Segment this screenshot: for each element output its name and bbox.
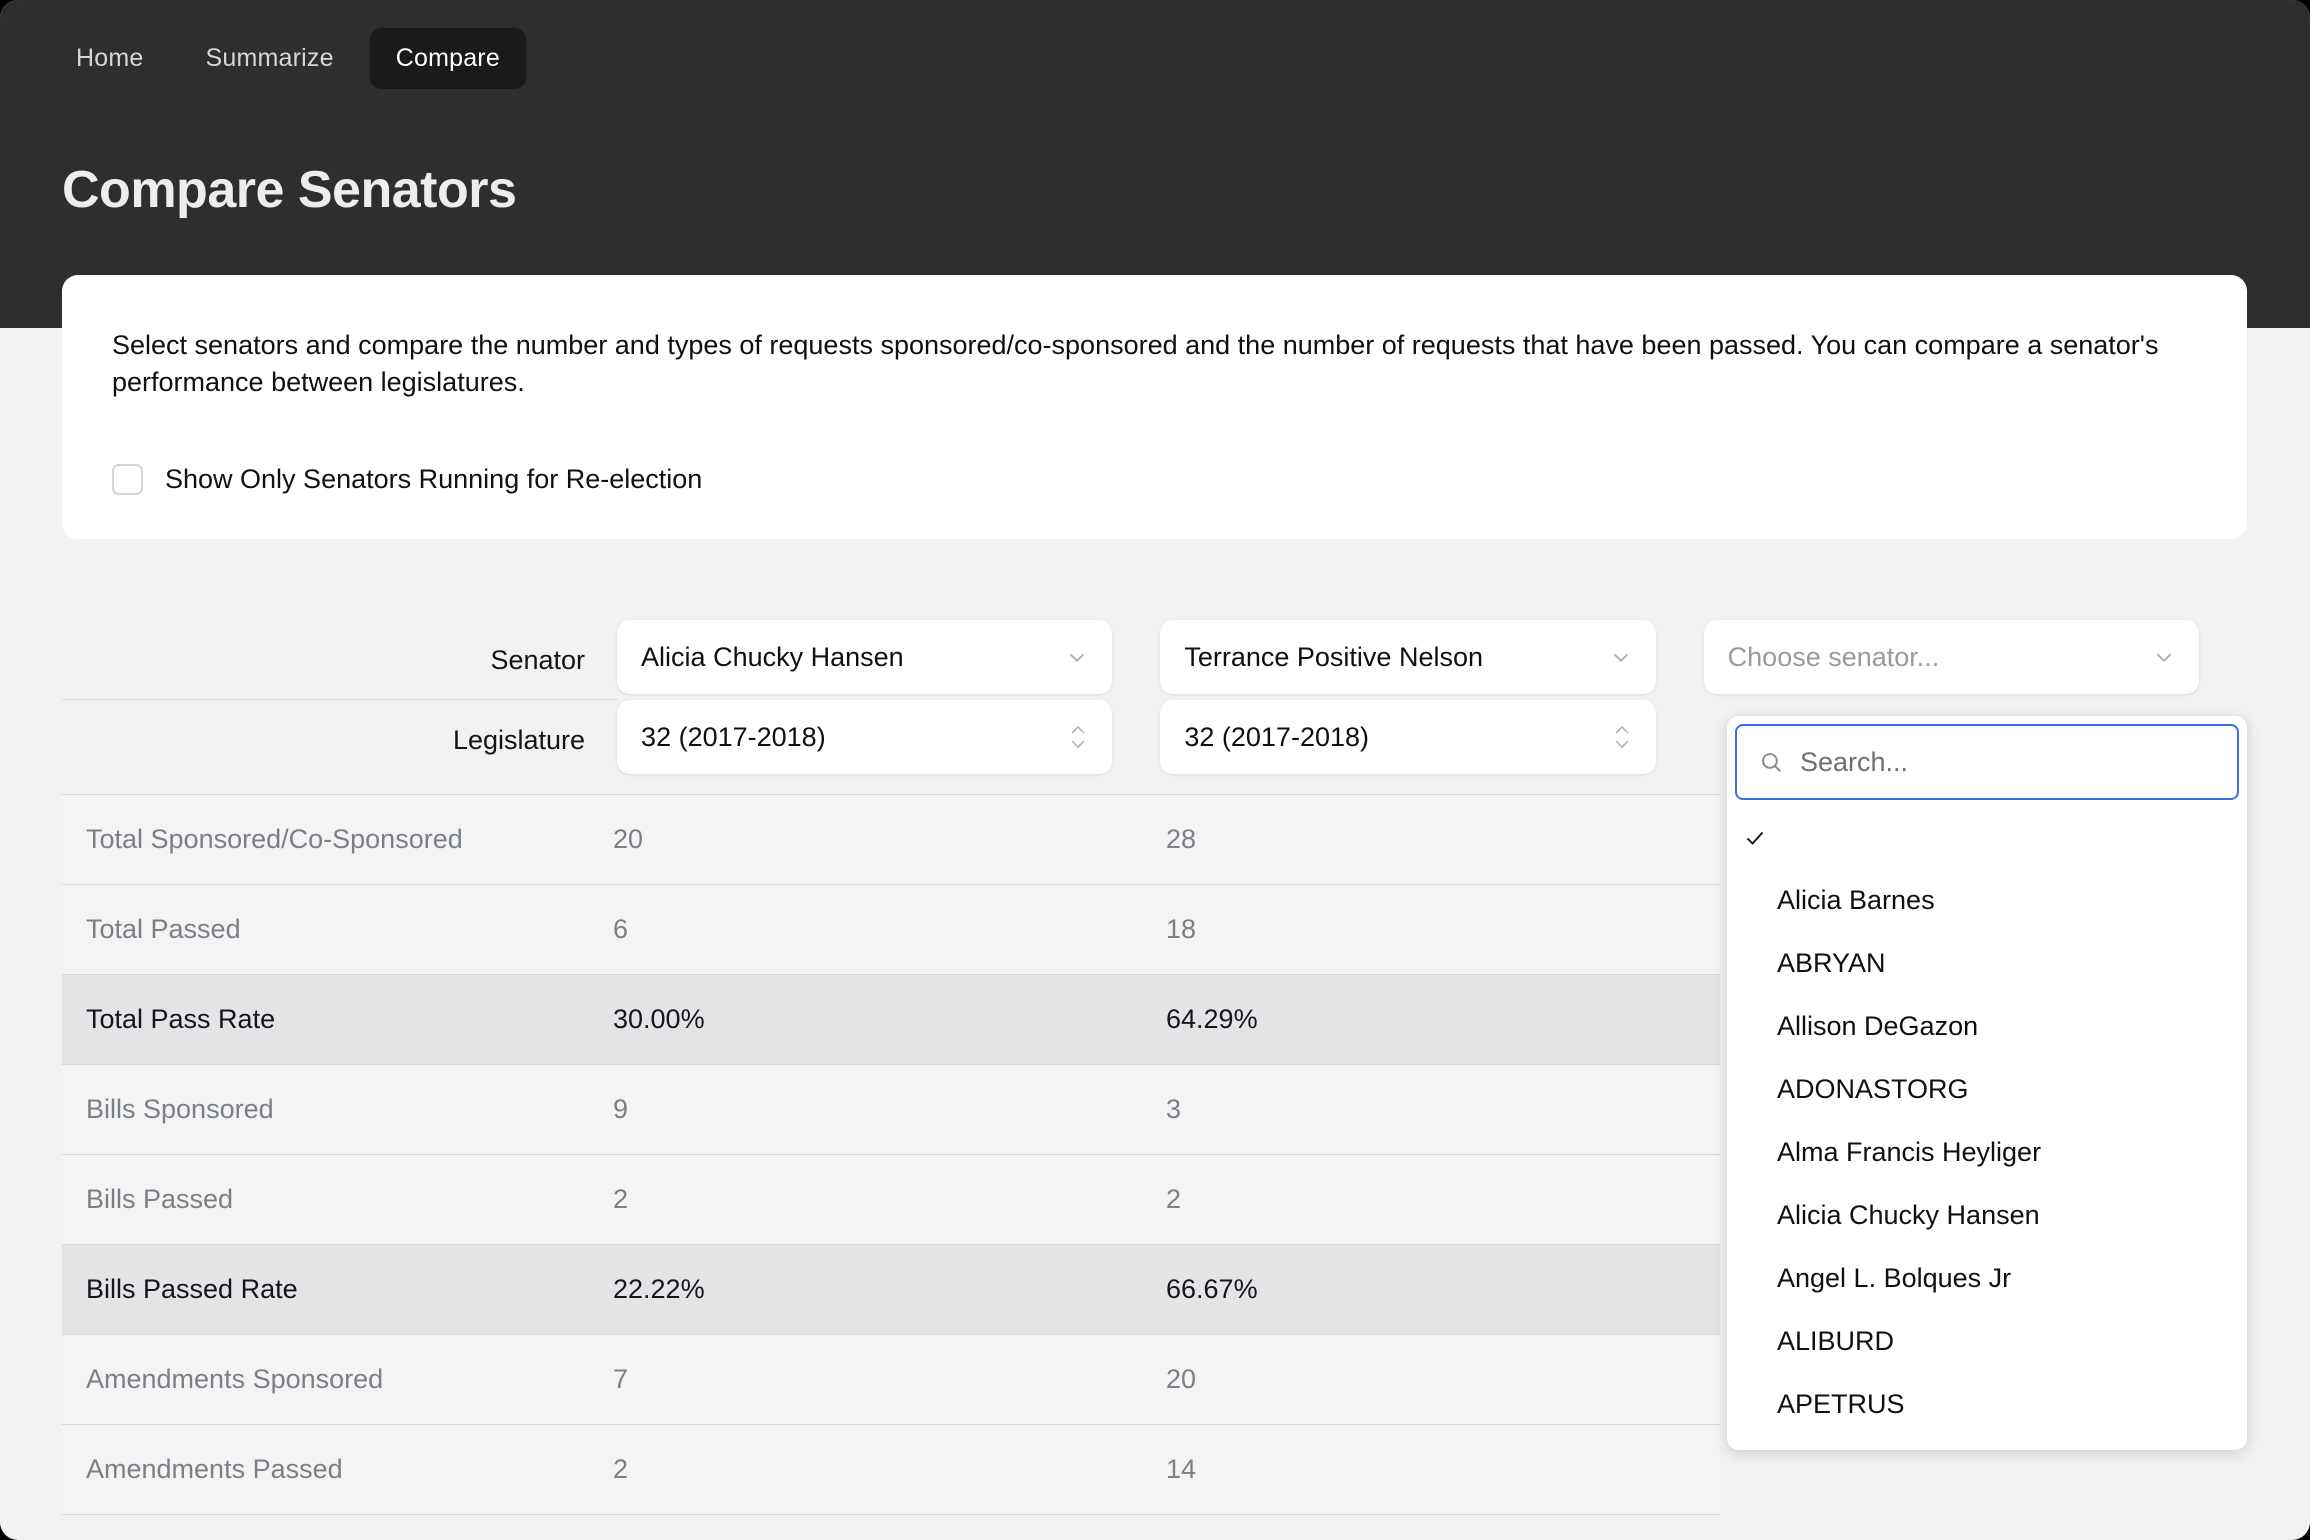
main-navigation: Home Summarize Compare: [0, 22, 526, 94]
legislature-stepper-2-value: 32 (2017-2018): [1184, 721, 1369, 752]
senator-select-3[interactable]: Choose senator...: [1703, 620, 2199, 694]
dropdown-option-label: Allison DeGazon: [1777, 1011, 1979, 1041]
dropdown-option-label: Alicia Barnes: [1777, 885, 1935, 915]
row-value-col1: 30.00%: [613, 1004, 705, 1034]
row-label: Amendments Sponsored: [86, 1364, 384, 1394]
senator-select-1-value: Alicia Chucky Hansen: [641, 641, 904, 672]
chevron-updown-icon[interactable]: [1066, 718, 1090, 756]
dropdown-option-allison-degazon[interactable]: Allison DeGazon: [1727, 995, 2247, 1058]
row-value-col2: 3: [1166, 1094, 1182, 1124]
legislature-row-label: Legislature: [452, 725, 586, 755]
row-value-col1: 20: [613, 824, 644, 854]
dropdown-option-blank[interactable]: [1727, 806, 2247, 869]
table-row: Total Pass Rate 30.00% 64.29%: [62, 975, 1720, 1065]
dropdown-option-aliburd[interactable]: ALIBURD: [1727, 1310, 2247, 1373]
senator-dropdown-panel: Search... Alicia Barnes ABRYAN Allison D…: [1727, 716, 2247, 1450]
nav-item-label: Summarize: [205, 43, 334, 72]
row-value-col1: 7: [613, 1364, 629, 1394]
dropdown-option-adonastorg[interactable]: ADONASTORG: [1727, 1058, 2247, 1121]
table-row: Amendments Sponsored 7 20: [62, 1335, 1720, 1425]
table-row: Bills Sponsored 9 3: [62, 1065, 1720, 1155]
row-value-col2: 20: [1166, 1364, 1197, 1394]
senator-select-1[interactable]: Alicia Chucky Hansen: [617, 620, 1113, 694]
dropdown-option-alicia-chucky-hansen[interactable]: Alicia Chucky Hansen: [1727, 1184, 2247, 1247]
legislature-select-cell-1: 32 (2017-2018): [617, 700, 1113, 774]
legislature-select-cell-2: 32 (2017-2018): [1160, 700, 1656, 774]
senator-select-3-placeholder: Choose senator...: [1727, 641, 1940, 672]
senator-search-field[interactable]: Search...: [1735, 724, 2239, 800]
table-row: Bills Passed Rate 22.22% 66.67%: [62, 1245, 1720, 1335]
table-row: Amendments Passed 2 14: [62, 1425, 1720, 1515]
dropdown-option-label: Alicia Chucky Hansen: [1777, 1200, 2040, 1230]
senator-select-cell-1: Alicia Chucky Hansen: [617, 620, 1113, 694]
dropdown-option-alicia-barnes[interactable]: Alicia Barnes: [1727, 869, 2247, 932]
row-value-col1: 2: [613, 1454, 629, 1484]
dropdown-option-apetrus[interactable]: APETRUS: [1727, 1373, 2247, 1436]
reelection-filter-row[interactable]: Show Only Senators Running for Re-electi…: [112, 463, 2197, 495]
dropdown-option-label: APETRUS: [1777, 1389, 1905, 1419]
row-label: Bills Sponsored: [86, 1094, 274, 1124]
app-window: Home Summarize Compare Compare Senators …: [0, 0, 2310, 1540]
nav-item-label: Home: [76, 43, 144, 72]
dropdown-option-label: ABRYAN: [1777, 948, 1886, 978]
nav-item-label: Compare: [395, 43, 500, 72]
chevron-updown-icon[interactable]: [1610, 718, 1634, 756]
comparison-table: Total Sponsored/Co-Sponsored 20 28 Total…: [62, 794, 1720, 1515]
row-value-col1: 9: [613, 1094, 629, 1124]
senator-option-list: Alicia Barnes ABRYAN Allison DeGazon ADO…: [1727, 800, 2247, 1436]
check-icon: [1743, 826, 1767, 850]
info-card: Select senators and compare the number a…: [62, 275, 2247, 539]
dropdown-option-label: Alma Francis Heyliger: [1777, 1137, 2042, 1167]
dropdown-option-label: ALIBURD: [1777, 1326, 1895, 1356]
senator-select-cell-3: Choose senator...: [1703, 620, 2199, 694]
row-value-col1: 22.22%: [613, 1274, 705, 1304]
search-icon: [1759, 750, 1784, 775]
row-label: Amendments Passed: [86, 1454, 343, 1484]
row-label: Total Passed: [86, 914, 241, 944]
row-value-col2: 14: [1166, 1454, 1197, 1484]
row-value-col1: 6: [613, 914, 629, 944]
table-row: Total Sponsored/Co-Sponsored 20 28: [62, 795, 1720, 885]
page-title: Compare Senators: [62, 161, 517, 219]
chevron-down-icon: [2151, 644, 2177, 670]
dropdown-option-abryan[interactable]: ABRYAN: [1727, 932, 2247, 995]
legislature-stepper-1[interactable]: 32 (2017-2018): [617, 700, 1113, 774]
nav-item-home[interactable]: Home: [50, 28, 170, 89]
senator-selector-row: Senator Alicia Chucky Hansen Terrance Po…: [62, 620, 2247, 700]
row-value-col2: 66.67%: [1166, 1274, 1258, 1304]
dropdown-option-label: Angel L. Bolques Jr: [1777, 1263, 2012, 1293]
row-label: Bills Passed Rate: [86, 1274, 298, 1304]
senator-search-placeholder: Search...: [1800, 746, 1909, 777]
reelection-checkbox-label: Show Only Senators Running for Re-electi…: [165, 463, 703, 494]
row-value-col2: 64.29%: [1166, 1004, 1258, 1034]
senator-select-cell-2: Terrance Positive Nelson: [1160, 620, 1656, 694]
senator-select-2[interactable]: Terrance Positive Nelson: [1160, 620, 1656, 694]
chevron-down-icon: [1064, 644, 1090, 670]
nav-item-summarize[interactable]: Summarize: [180, 28, 360, 89]
senator-select-2-value: Terrance Positive Nelson: [1184, 641, 1483, 672]
nav-item-compare[interactable]: Compare: [369, 27, 526, 89]
dropdown-option-angel-l-bolques-jr[interactable]: Angel L. Bolques Jr: [1727, 1247, 2247, 1310]
row-label: Bills Passed: [86, 1184, 234, 1214]
dropdown-option-label: ADONASTORG: [1777, 1074, 1969, 1104]
legislature-stepper-2[interactable]: 32 (2017-2018): [1160, 700, 1656, 774]
legislature-stepper-1-value: 32 (2017-2018): [641, 721, 826, 752]
info-description: Select senators and compare the number a…: [112, 330, 2159, 398]
row-value-col2: 28: [1166, 824, 1197, 854]
chevron-down-icon: [1608, 644, 1634, 670]
row-label: Total Sponsored/Co-Sponsored: [86, 824, 463, 854]
reelection-checkbox[interactable]: [112, 463, 143, 495]
row-value-col2: 18: [1166, 914, 1197, 944]
senator-row-label: Senator: [62, 620, 618, 700]
table-row: Total Passed 6 18: [62, 885, 1720, 975]
row-label: Total Pass Rate: [86, 1004, 276, 1034]
table-row: Bills Passed 2 2: [62, 1155, 1720, 1245]
row-value-col1: 2: [613, 1184, 629, 1214]
dropdown-option-alma-francis-heyliger[interactable]: Alma Francis Heyliger: [1727, 1121, 2247, 1184]
row-value-col2: 2: [1166, 1184, 1182, 1214]
